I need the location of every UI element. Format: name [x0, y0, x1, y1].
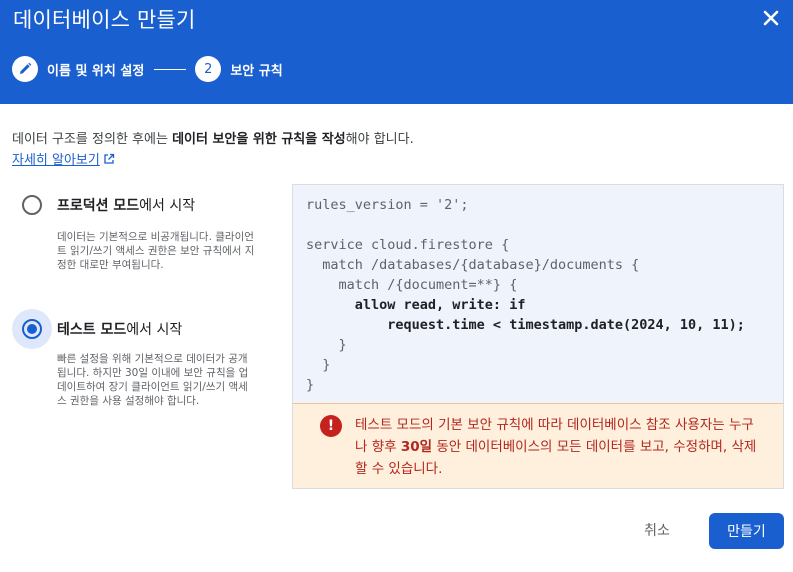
code-line: rules_version = '2'; — [306, 197, 469, 213]
test-mode-option[interactable]: 테스트 모드에서 시작 — [12, 309, 182, 349]
stepper: 이름 및 위치 설정 2 보안 규칙 — [12, 56, 283, 82]
learn-more-link[interactable]: 자세히 알아보기 — [12, 149, 115, 168]
create-button[interactable]: 만들기 — [709, 513, 784, 549]
code-line: request.time < timestamp.date(2024, 10, … — [306, 317, 745, 333]
learn-more-label: 자세히 알아보기 — [12, 153, 100, 168]
production-mode-option[interactable]: 프로덕션 모드에서 시작 — [12, 185, 195, 225]
code-line: match /databases/{database}/documents { — [306, 257, 640, 273]
code-line: } — [306, 377, 315, 393]
radio-selected-dot — [27, 324, 37, 334]
dialog-header: 데이터베이스 만들기 이름 및 위치 설정 2 보안 규칙 — [0, 0, 793, 104]
test-mode-label: 테스트 모드에서 시작 — [57, 319, 182, 339]
cancel-button[interactable]: 취소 — [628, 513, 686, 547]
production-mode-description: 데이터는 기본적으로 비공개됩니다. 클라이언트 읽기/쓰기 액세스 권한은 보… — [57, 231, 255, 271]
intro-text: 데이터 구조를 정의한 후에는 데이터 보안을 위한 규칙을 작성해야 합니다. — [12, 128, 414, 147]
production-mode-suffix: 에서 시작 — [139, 198, 196, 214]
code-line: } — [306, 337, 347, 353]
step-2-label: 보안 규칙 — [230, 63, 283, 79]
step-1-indicator — [12, 56, 38, 82]
production-mode-label: 프로덕션 모드에서 시작 — [57, 195, 195, 215]
rules-code: rules_version = '2'; service cloud.fires… — [306, 195, 745, 395]
close-icon — [763, 10, 779, 26]
error-icon: ! — [320, 415, 342, 437]
pencil-icon — [20, 62, 32, 74]
code-line: match /{document=**} { — [306, 277, 518, 293]
test-mode-description: 빠른 설정을 위해 기본적으로 데이터가 공개됩니다. 하지만 30일 이내에 … — [57, 353, 249, 407]
test-radio-wrapper — [12, 309, 52, 349]
close-button[interactable] — [758, 5, 784, 31]
step-1-label: 이름 및 위치 설정 — [47, 63, 145, 79]
test-mode-bold: 테스트 모드 — [57, 322, 127, 338]
step-connector — [154, 68, 187, 70]
dialog-title: 데이터베이스 만들기 — [13, 8, 196, 32]
production-mode-bold: 프로덕션 모드 — [57, 198, 140, 214]
code-line: service cloud.firestore { — [306, 237, 510, 253]
step-2-indicator: 2 — [195, 56, 222, 82]
production-mode-radio[interactable] — [22, 195, 42, 215]
warning-text: 테스트 모드의 기본 보안 규칙에 따라 데이터베이스 참조 사용자는 누구나 … — [355, 414, 765, 480]
intro-part-1: 데이터 구조를 정의한 후에는 — [12, 132, 173, 147]
warning-bold: 30일 — [400, 439, 433, 455]
test-mode-radio[interactable] — [22, 319, 42, 339]
production-radio-wrapper — [12, 185, 52, 225]
code-line: allow read, write: if — [306, 297, 526, 313]
warning-banner: ! 테스트 모드의 기본 보안 규칙에 따라 데이터베이스 참조 사용자는 누구… — [293, 403, 783, 488]
open-in-new-icon — [104, 153, 115, 164]
code-line: } — [306, 357, 331, 373]
test-mode-suffix: 에서 시작 — [126, 322, 183, 338]
intro-bold: 데이터 보안을 위한 규칙을 작성 — [172, 132, 346, 147]
rules-code-panel: rules_version = '2'; service cloud.fires… — [292, 184, 784, 489]
intro-part-2: 해야 합니다. — [345, 132, 414, 147]
